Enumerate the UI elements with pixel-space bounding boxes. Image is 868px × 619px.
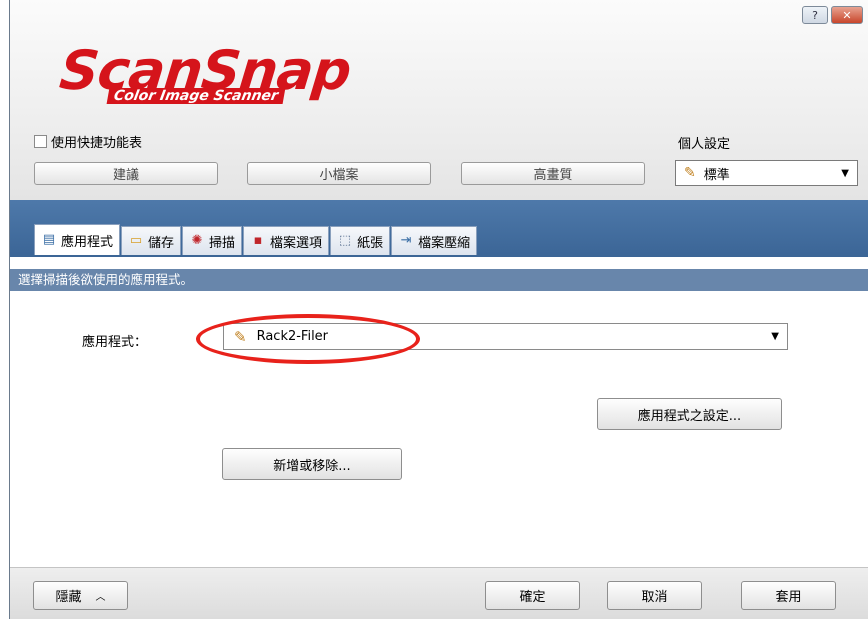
tab-file-options[interactable]: ▪ 檔案選項 <box>243 226 330 255</box>
tab-label: 應用程式 <box>61 234 114 250</box>
profile-value: 標準 <box>703 167 730 183</box>
tab-save[interactable]: ▭ 儲存 <box>121 226 182 255</box>
hide-button[interactable]: 隱藏 ︿ <box>33 581 128 610</box>
cancel-button[interactable]: 取消 <box>607 581 702 610</box>
app-icon: ▤ <box>42 232 56 247</box>
preset-small-file-button[interactable]: 小檔案 <box>247 162 431 185</box>
preset-recommended-button[interactable]: 建議 <box>34 162 218 185</box>
highlight-circle <box>196 314 420 364</box>
profile-select[interactable]: ✎ 標準 ▼ <box>675 160 858 186</box>
footer: 隱藏 ︿ 確定 取消 套用 <box>10 567 868 619</box>
tab-band: ▤ 應用程式 ▭ 儲存 ✺ 掃描 ▪ 檔案選項 ⬚ 紙張 ⇥ 檔案壓縮 <box>10 200 868 257</box>
tab-paper[interactable]: ⬚ 紙張 <box>330 226 391 255</box>
compress-icon: ⇥ <box>400 233 412 248</box>
tab-label: 紙張 <box>357 235 384 251</box>
profile-app-icon: ✎ <box>684 165 696 181</box>
scansnap-settings-window: ? ✕ ScanSnap Color Image Scanner 使用快捷功能表… <box>9 0 868 619</box>
apply-button[interactable]: 套用 <box>741 581 836 610</box>
folder-icon: ▭ <box>129 233 143 248</box>
logo-subtitle: Color Image Scanner <box>106 88 286 104</box>
preset-high-quality-button[interactable]: 高畫質 <box>461 162 645 185</box>
help-button[interactable]: ? <box>802 6 828 24</box>
application-label: 應用程式： <box>82 335 148 350</box>
tab-label: 儲存 <box>148 235 175 251</box>
close-button[interactable]: ✕ <box>831 6 863 24</box>
hide-label: 隱藏 <box>55 590 82 605</box>
application-settings-button[interactable]: 應用程式之設定... <box>597 398 782 430</box>
quick-menu-label: 使用快捷功能表 <box>51 136 143 151</box>
tab-label: 檔案選項 <box>270 235 323 251</box>
chevron-up-icon: ︿ <box>95 592 106 603</box>
ok-button[interactable]: 確定 <box>485 581 580 610</box>
paper-icon: ⬚ <box>338 233 352 248</box>
quick-menu-checkbox[interactable] <box>34 135 47 148</box>
tab-strip: ▤ 應用程式 ▭ 儲存 ✺ 掃描 ▪ 檔案選項 ⬚ 紙張 ⇥ 檔案壓縮 <box>34 224 478 255</box>
quick-menu-option[interactable]: 使用快捷功能表 <box>34 132 142 151</box>
application-tab-panel: 選擇掃描後欲使用的應用程式。 應用程式： ✎ Rack2-Filer ▼ 應用程… <box>10 257 868 567</box>
scan-icon: ✺ <box>191 233 203 248</box>
instruction-bar: 選擇掃描後欲使用的應用程式。 <box>10 269 868 291</box>
chevron-down-icon: ▼ <box>841 167 849 179</box>
tab-label: 檔案壓縮 <box>418 235 471 251</box>
header: ? ✕ ScanSnap Color Image Scanner 使用快捷功能表… <box>10 0 868 200</box>
chevron-down-icon: ▼ <box>771 331 779 342</box>
title-bar-buttons: ? ✕ <box>802 6 863 24</box>
tab-application[interactable]: ▤ 應用程式 <box>34 224 121 255</box>
tab-compression[interactable]: ⇥ 檔案壓縮 <box>391 226 478 255</box>
profile-label: 個人設定 <box>678 137 731 152</box>
tab-label: 掃描 <box>209 235 236 251</box>
add-remove-button[interactable]: 新增或移除... <box>222 448 402 480</box>
tab-scan[interactable]: ✺ 掃描 <box>182 226 243 255</box>
file-icon: ▪ <box>253 233 263 248</box>
